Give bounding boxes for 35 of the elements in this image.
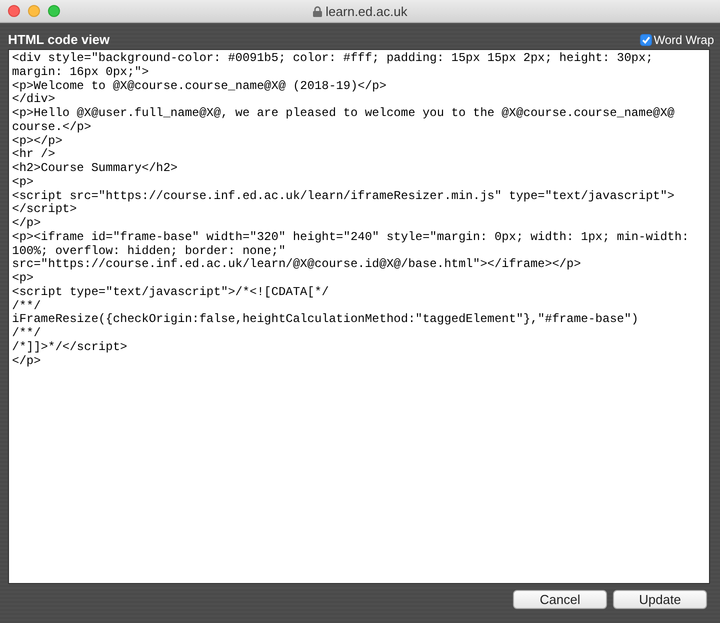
code-line: <h2>Course Summary</h2> xyxy=(12,162,178,176)
checkbox-label[interactable]: Word Wrap xyxy=(654,32,714,46)
code-line: <p>Welcome to @X@course.course_name@X@ (2018-19)</p> xyxy=(12,80,386,93)
minimize-button[interactable] xyxy=(28,5,40,17)
window-title: learn.ed.ac.uk xyxy=(326,4,408,18)
code-line: <div style="background-color: #0091b5; color: #fff; padding: 15px 15px 2px; height: 30px; xyxy=(12,52,653,66)
code-line: /**/ xyxy=(12,300,41,313)
code-line: <p> xyxy=(12,176,34,190)
code-line: iFrameResize({checkOrigin:false,heightCalculationMethod:"taggedElement"},"#frame-base") xyxy=(12,313,639,327)
code-line: </div> xyxy=(12,93,56,107)
checkbox[interactable] xyxy=(640,34,652,46)
code-line: <script type="text/javascript">/*<![CDATA[*/ xyxy=(12,286,329,300)
code-editor[interactable] xyxy=(8,49,710,584)
code-line: <p></p> xyxy=(12,134,62,148)
code-line: margin: 16px 0px;"> xyxy=(12,66,149,80)
dialog-button[interactable]: Update xyxy=(613,590,707,609)
code-line: /*]]>*/</script> xyxy=(12,340,128,354)
zoom-button[interactable] xyxy=(48,5,60,17)
code-line: <p><iframe id="frame-base" width="320" height="240" style="margin: 0px; width: 1px; min-width: xyxy=(12,230,689,244)
code-line: src="https://course.inf.ed.ac.uk/learn/@X@course.id@X@/base.html"></iframe></p> xyxy=(12,258,581,272)
code-line: /**/ xyxy=(12,327,41,341)
code-line: <script src="https://course.inf.ed.ac.uk/learn/iframeResizer.min.js" type="text/javascript"> xyxy=(12,190,675,203)
code-line: <hr /> xyxy=(12,148,56,162)
code-line: 100%; overflow: hidden; border: none;" xyxy=(12,244,286,258)
lock-icon xyxy=(312,6,322,16)
dialog-button[interactable]: Cancel xyxy=(513,590,607,609)
code-line: <p>Hello @X@user.full_name@X@, we are pleased to welcome you to the @X@course.course_name@X@ xyxy=(12,107,675,121)
code-line: course.</p> xyxy=(12,120,92,134)
code-line: </p> xyxy=(12,217,41,231)
code-line: </script> xyxy=(12,203,77,217)
code-line: <p> xyxy=(12,272,34,286)
code-line: </p> xyxy=(12,354,41,368)
close-button[interactable] xyxy=(8,5,20,17)
checkmark-icon xyxy=(640,34,651,44)
dialog-title: HTML code view xyxy=(8,32,110,47)
